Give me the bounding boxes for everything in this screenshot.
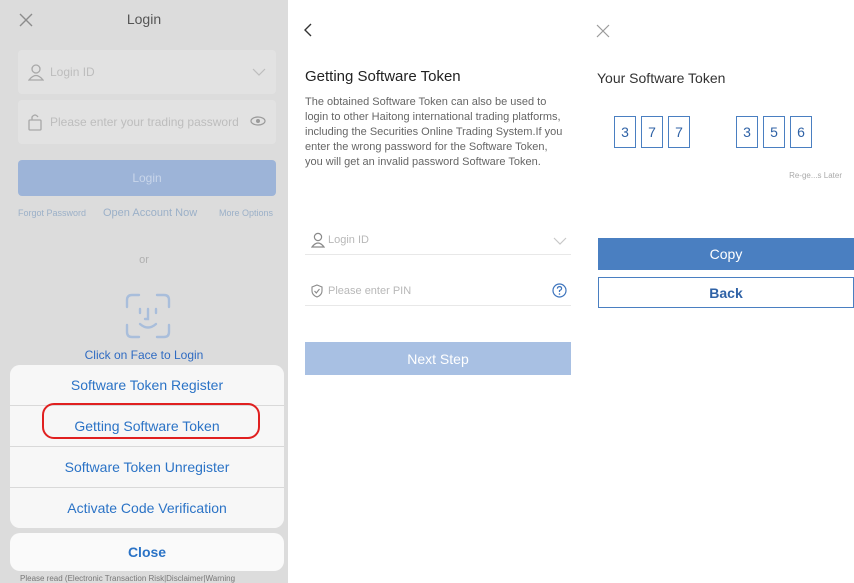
chevron-down-icon[interactable] bbox=[553, 237, 567, 245]
copy-button[interactable]: Copy bbox=[598, 238, 854, 270]
user-icon bbox=[311, 232, 325, 248]
divider bbox=[305, 254, 571, 255]
regenerate-note: Re-ge...s Later bbox=[789, 171, 842, 180]
help-icon[interactable] bbox=[552, 283, 567, 298]
close-icon[interactable] bbox=[596, 24, 610, 38]
back-button[interactable]: Back bbox=[598, 277, 854, 308]
token-digit: 6 bbox=[790, 116, 812, 148]
eye-icon[interactable] bbox=[250, 115, 266, 127]
face-login-label[interactable]: Click on Face to Login bbox=[0, 348, 288, 362]
action-sheet: Software Token Register Getting Software… bbox=[10, 365, 284, 528]
page-title: Login bbox=[126, 11, 162, 27]
chevron-down-icon[interactable] bbox=[252, 67, 266, 77]
back-arrow-icon[interactable] bbox=[303, 22, 313, 38]
user-icon bbox=[28, 63, 44, 81]
lock-icon bbox=[28, 113, 42, 131]
login-id-input[interactable]: Login ID bbox=[328, 234, 369, 246]
login-id-field[interactable]: Login ID bbox=[18, 50, 276, 94]
open-account-link[interactable]: Open Account Now bbox=[103, 207, 197, 219]
highlight-annotation bbox=[42, 403, 260, 439]
token-digit: 3 bbox=[614, 116, 636, 148]
getting-token-screen: Getting Software Token The obtained Soft… bbox=[291, 0, 585, 583]
page-title: Your Software Token bbox=[597, 70, 726, 86]
token-digit: 7 bbox=[668, 116, 690, 148]
token-digit: 7 bbox=[641, 116, 663, 148]
pin-input[interactable]: Please enter PIN bbox=[328, 285, 411, 297]
token-digit: 3 bbox=[736, 116, 758, 148]
footer-disclaimer[interactable]: Please read (Electronic Transaction Risk… bbox=[20, 574, 280, 583]
divider bbox=[305, 305, 571, 306]
login-screen: Login Login ID Please enter your trading… bbox=[0, 0, 288, 583]
login-button[interactable]: Login bbox=[18, 160, 276, 196]
password-field[interactable]: Please enter your trading password bbox=[18, 100, 276, 144]
password-placeholder: Please enter your trading password bbox=[50, 115, 239, 129]
more-options-link[interactable]: More Options bbox=[219, 208, 273, 218]
description-text: The obtained Software Token can also be … bbox=[305, 96, 563, 168]
your-token-screen: Your Software Token 3 7 7 3 5 6 Re-ge...… bbox=[587, 0, 854, 583]
close-button[interactable]: Close bbox=[10, 533, 284, 571]
face-id-icon[interactable] bbox=[125, 293, 171, 339]
page-title: Getting Software Token bbox=[305, 68, 461, 85]
sheet-item-unregister[interactable]: Software Token Unregister bbox=[10, 446, 284, 487]
login-id-placeholder: Login ID bbox=[50, 65, 95, 79]
shield-icon bbox=[311, 284, 323, 298]
sheet-item-activate-code[interactable]: Activate Code Verification bbox=[10, 487, 284, 528]
next-step-button[interactable]: Next Step bbox=[305, 342, 571, 375]
forgot-password-link[interactable]: Forgot Password bbox=[18, 208, 86, 218]
token-digit: 5 bbox=[763, 116, 785, 148]
sheet-item-register[interactable]: Software Token Register bbox=[10, 365, 284, 405]
or-divider: or bbox=[139, 254, 149, 266]
